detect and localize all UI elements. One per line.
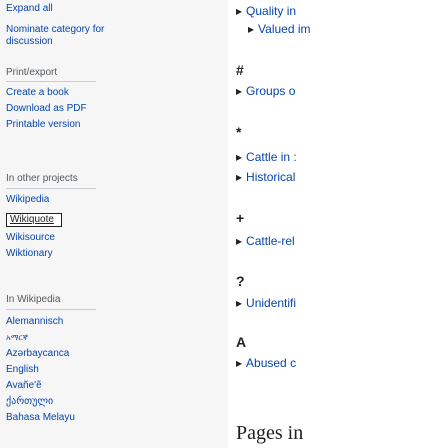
triangle-right-icon[interactable]: ▸ bbox=[236, 170, 242, 184]
subcategory-link[interactable]: Quality in bbox=[246, 4, 296, 18]
section-letter-heading: + bbox=[236, 210, 245, 226]
triangle-right-icon[interactable]: ▸ bbox=[236, 234, 242, 248]
content-area: ▸ Quality in ▸ Valued im # ▸ Groups o * ▸ Ca… bbox=[228, 0, 448, 448]
section-letter-heading: A bbox=[236, 334, 247, 350]
subcategory-item[interactable]: ▸ Cattle-rel bbox=[236, 234, 295, 248]
subcategory-link[interactable]: Valued im bbox=[258, 22, 310, 36]
subcategory-link[interactable]: Abused c bbox=[246, 356, 296, 370]
language-link-azerbaijani[interactable]: Azərbaycanca bbox=[6, 348, 69, 360]
subcategory-link[interactable]: Cattle-rel bbox=[246, 234, 295, 248]
language-link-alemannisch[interactable]: Alemannisch bbox=[6, 316, 63, 328]
languages-divider bbox=[6, 309, 96, 310]
section-letter-heading: # bbox=[236, 62, 244, 78]
triangle-right-icon[interactable]: ▸ bbox=[236, 356, 242, 370]
print-export-divider bbox=[6, 81, 96, 82]
section-letter-heading: ? bbox=[236, 273, 245, 289]
pages-in-category-heading: Pages in bbox=[236, 422, 304, 444]
triangle-right-icon[interactable]: ▸ bbox=[236, 84, 242, 98]
triangle-right-icon[interactable]: ▸ bbox=[236, 296, 242, 310]
sidebar: Expand all Nominate category for discuss… bbox=[0, 0, 228, 448]
other-projects-divider bbox=[6, 188, 96, 189]
subcategory-item[interactable]: ▸ Unidentifi bbox=[236, 296, 296, 310]
subcategory-item[interactable]: ▸ Cattle in : bbox=[236, 150, 297, 164]
printable-version-link[interactable]: Printable version bbox=[6, 119, 80, 131]
subcategory-item[interactable]: ▸ Abused c bbox=[236, 356, 296, 370]
subcategory-link[interactable]: Unidentifi bbox=[246, 296, 296, 310]
create-book-link[interactable]: Create a book bbox=[6, 87, 69, 99]
language-link-malay[interactable]: Bahasa Melayu bbox=[6, 412, 75, 424]
subcategory-item[interactable]: ▸ Historical bbox=[236, 170, 295, 184]
nominate-category-link-line2[interactable]: discussion bbox=[6, 36, 53, 48]
nominate-category-link-line1[interactable]: Nominate category for bbox=[6, 24, 104, 36]
language-link-english[interactable]: English bbox=[6, 364, 39, 376]
print-export-heading: Print/export bbox=[6, 67, 58, 78]
wikipedia-link[interactable]: Wikipedia bbox=[6, 194, 49, 206]
subcategory-link[interactable]: Cattle in : bbox=[246, 150, 297, 164]
wikiquote-logo[interactable]: Wikiquote bbox=[6, 213, 62, 227]
subcategory-item[interactable]: ▸ Valued im bbox=[248, 22, 311, 36]
languages-heading: In Wikipedia bbox=[6, 294, 61, 305]
wikiquote-logo-text: Wikiquote bbox=[10, 214, 54, 225]
subcategory-item[interactable]: ▸ Quality in bbox=[236, 4, 296, 18]
language-link-amharic[interactable]: አማርኛ bbox=[6, 332, 28, 344]
triangle-right-icon[interactable]: ▸ bbox=[248, 22, 254, 36]
wiktionary-link[interactable]: Wiktionary bbox=[6, 248, 53, 260]
subcategory-item[interactable]: ▸ Groups o bbox=[236, 84, 295, 98]
wikisource-link[interactable]: Wikisource bbox=[6, 232, 55, 244]
expand-all-link[interactable]: Expand all bbox=[6, 3, 53, 15]
language-link-georgian[interactable]: ქართული bbox=[6, 396, 53, 408]
section-letter-heading: * bbox=[236, 124, 242, 140]
triangle-right-icon[interactable]: ▸ bbox=[236, 4, 242, 18]
subcategory-link[interactable]: Groups o bbox=[246, 84, 295, 98]
triangle-right-icon[interactable]: ▸ bbox=[236, 150, 242, 164]
download-pdf-link[interactable]: Download as PDF bbox=[6, 103, 87, 115]
subcategory-link[interactable]: Historical bbox=[246, 170, 295, 184]
other-projects-heading: In other projects bbox=[6, 173, 78, 184]
language-link-guarani[interactable]: Avañe'ẽ bbox=[6, 380, 42, 392]
